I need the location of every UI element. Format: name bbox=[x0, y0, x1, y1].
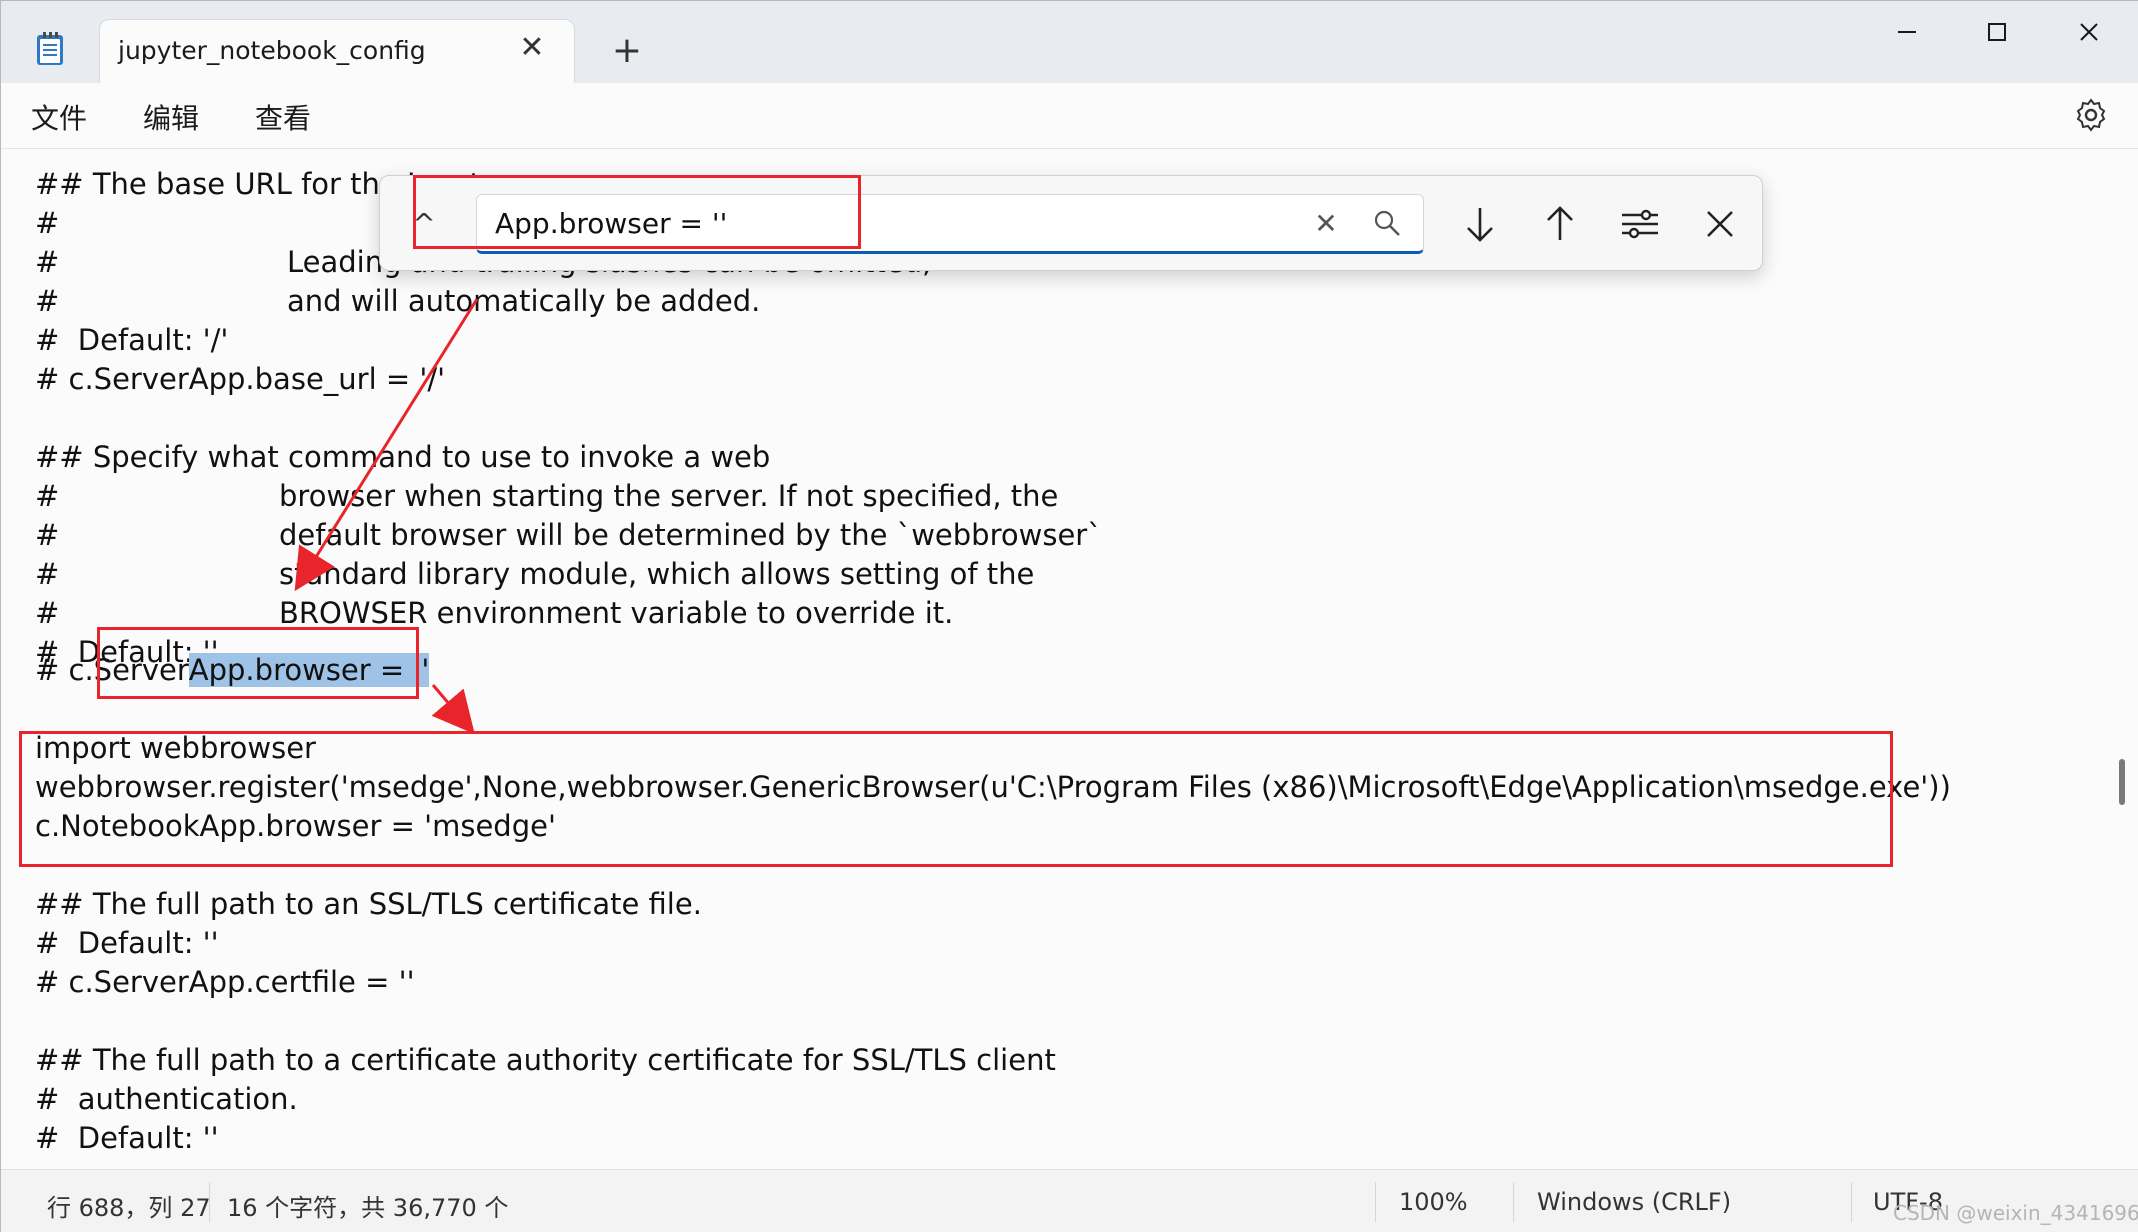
inserted-line-1: import webbrowser bbox=[35, 731, 316, 765]
line-text: and will automatically be added. bbox=[287, 284, 761, 318]
text-editor[interactable]: ## The base URL for the Jupyter server. #… bbox=[1, 149, 2138, 1169]
status-divider bbox=[209, 1182, 210, 1222]
maximize-icon bbox=[1988, 23, 2006, 41]
after-line-3: # c.ServerApp.certfile = '' bbox=[35, 965, 415, 999]
close-icon bbox=[2080, 23, 2098, 41]
notepad-app-icon bbox=[37, 32, 63, 65]
tab-title: jupyter_notebook_config bbox=[118, 36, 426, 65]
line-prefix: # bbox=[35, 284, 60, 318]
editor-line: ## Specify what command to use to invoke… bbox=[35, 440, 770, 474]
notepad-window: jupyter_notebook_config ✕ + 文件 编辑 查看 ## … bbox=[0, 0, 2138, 1232]
maximize-button[interactable] bbox=[1961, 7, 2033, 55]
line-prefix: # bbox=[35, 518, 60, 552]
find-panel: ^ App.browser = '' ✕ bbox=[379, 175, 1763, 271]
selection-count: 16 个字符，共 36,770 个 bbox=[227, 1194, 509, 1222]
status-divider bbox=[1851, 1182, 1852, 1222]
after-line-1: ## The full path to an SSL/TLS certifica… bbox=[35, 887, 702, 921]
editor-line: # BROWSER environment variable to overrid… bbox=[35, 596, 953, 630]
line-ending[interactable]: Windows (CRLF) bbox=[1537, 1188, 1731, 1216]
zoom-level[interactable]: 100% bbox=[1399, 1188, 1468, 1216]
line-prefix: # Default: '/' bbox=[35, 323, 229, 357]
editor-line: # c.ServerApp.base_url = '/' bbox=[35, 362, 445, 396]
after-line-2: # Default: '' bbox=[35, 926, 219, 960]
editor-line: # bbox=[35, 206, 59, 240]
after-line-7: # Default: '' bbox=[35, 1121, 219, 1155]
minimize-button[interactable] bbox=[1871, 7, 1943, 55]
editor-line: #Leading and trailing slashes can be omi… bbox=[35, 245, 931, 279]
title-bar: jupyter_notebook_config ✕ + bbox=[1, 1, 2138, 83]
status-divider bbox=[1375, 1182, 1376, 1222]
search-options-icon[interactable] bbox=[1612, 196, 1668, 252]
line-prefix: # bbox=[35, 479, 60, 513]
window-close-button[interactable] bbox=[2053, 7, 2125, 55]
menu-bar: 文件 编辑 查看 bbox=[1, 83, 2138, 149]
status-bar: 行 688，列 27 16 个字符，共 36,770 个 100% Window… bbox=[1, 1169, 2138, 1232]
inserted-line-2: webbrowser.register('msedge',None,webbro… bbox=[35, 770, 1951, 804]
watermark: CSDN @weixin_43416960 bbox=[1893, 1201, 2138, 1225]
after-line-6: # authentication. bbox=[35, 1082, 298, 1116]
clear-search-icon[interactable]: ✕ bbox=[1306, 204, 1346, 244]
match-line: # c.ServerApp.browser = '' bbox=[35, 653, 430, 687]
menu-file[interactable]: 文件 bbox=[31, 97, 87, 137]
editor-line: # default browser will be determined by t… bbox=[35, 518, 1102, 552]
find-input[interactable]: App.browser = '' bbox=[476, 194, 1424, 254]
find-next-icon[interactable] bbox=[1452, 196, 1508, 252]
line-prefix: # c.ServerApp.base_url = '/' bbox=[35, 362, 446, 396]
menu-view[interactable]: 查看 bbox=[255, 97, 311, 137]
status-divider bbox=[1513, 1182, 1514, 1222]
search-icon[interactable] bbox=[1372, 208, 1402, 238]
editor-line: # browser when starting the server. If no… bbox=[35, 479, 1058, 513]
line-prefix: # bbox=[35, 206, 60, 240]
find-replace-toggle-icon[interactable]: ^ bbox=[406, 206, 442, 242]
cursor-position: 行 688，列 27 bbox=[47, 1194, 211, 1222]
line-text: browser when starting the server. If not… bbox=[279, 479, 1059, 513]
after-line-5: ## The full path to a certificate author… bbox=[35, 1043, 1056, 1077]
line-prefix: ## Specify what command to use to invoke… bbox=[35, 440, 771, 474]
line-prefix: # bbox=[35, 596, 60, 630]
line-text: standard library module, which allows se… bbox=[279, 557, 1035, 591]
editor-line: # and will automatically be added. bbox=[35, 284, 760, 318]
editor-line: # Default: '/' bbox=[35, 323, 228, 357]
minimize-icon bbox=[1898, 31, 1916, 33]
editor-line: # standard library module, which allows s… bbox=[35, 557, 1034, 591]
line-prefix: # bbox=[35, 245, 60, 279]
tab-close-icon[interactable]: ✕ bbox=[514, 30, 550, 66]
search-match-highlight: App.browser = '' bbox=[188, 653, 430, 687]
gear-icon[interactable] bbox=[2073, 97, 2109, 133]
line-text: default browser will be determined by th… bbox=[279, 518, 1102, 552]
new-tab-button[interactable]: + bbox=[607, 31, 647, 71]
line-text: BROWSER environment variable to override… bbox=[279, 596, 954, 630]
vertical-scrollbar[interactable] bbox=[2119, 759, 2125, 805]
find-previous-icon[interactable] bbox=[1532, 196, 1588, 252]
line-prefix: # bbox=[35, 557, 60, 591]
document-tab[interactable]: jupyter_notebook_config ✕ bbox=[99, 19, 575, 83]
match-prefix: # c.Server bbox=[35, 653, 189, 687]
menu-edit[interactable]: 编辑 bbox=[143, 97, 199, 137]
close-find-icon[interactable] bbox=[1692, 196, 1748, 252]
inserted-line-3: c.NotebookApp.browser = 'msedge' bbox=[35, 809, 556, 843]
